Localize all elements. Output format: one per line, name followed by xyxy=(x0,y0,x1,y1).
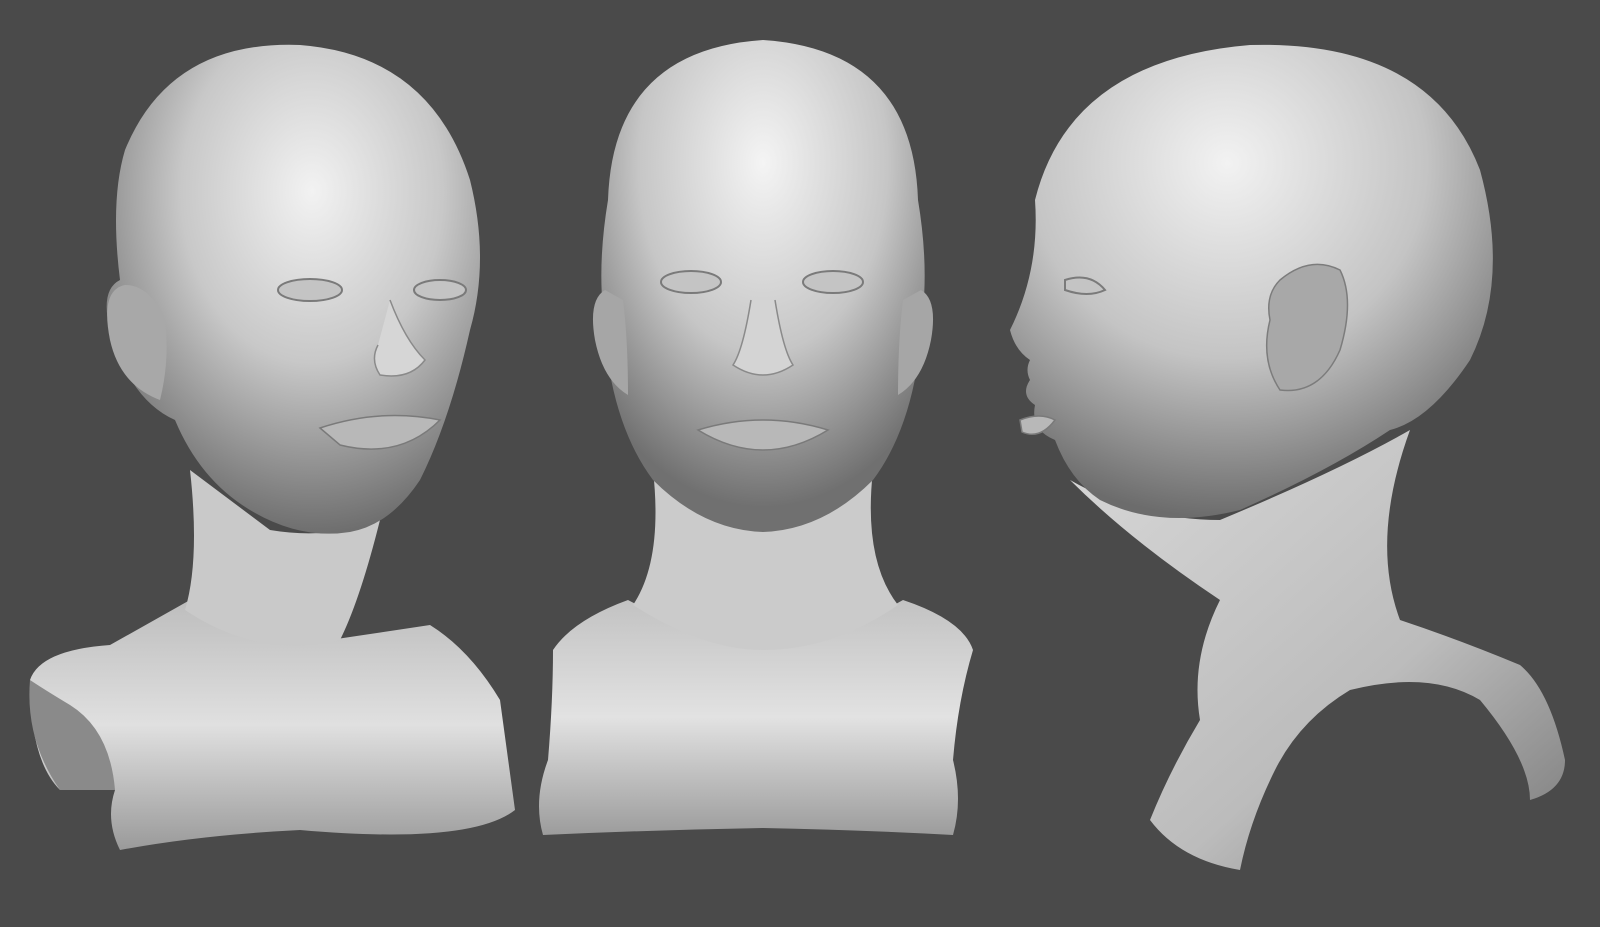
eye-left xyxy=(660,270,722,294)
bust-profile-view xyxy=(1010,44,1565,870)
bust-ear-left xyxy=(592,290,628,395)
eye-left xyxy=(277,278,343,302)
bust-three-quarter-view xyxy=(29,44,515,850)
bust-front-view xyxy=(539,40,973,835)
eye-right xyxy=(413,279,467,301)
bust-ear-right xyxy=(898,290,934,395)
bust-head xyxy=(601,40,925,532)
render-viewport xyxy=(0,0,1600,927)
eye-right xyxy=(802,270,864,294)
